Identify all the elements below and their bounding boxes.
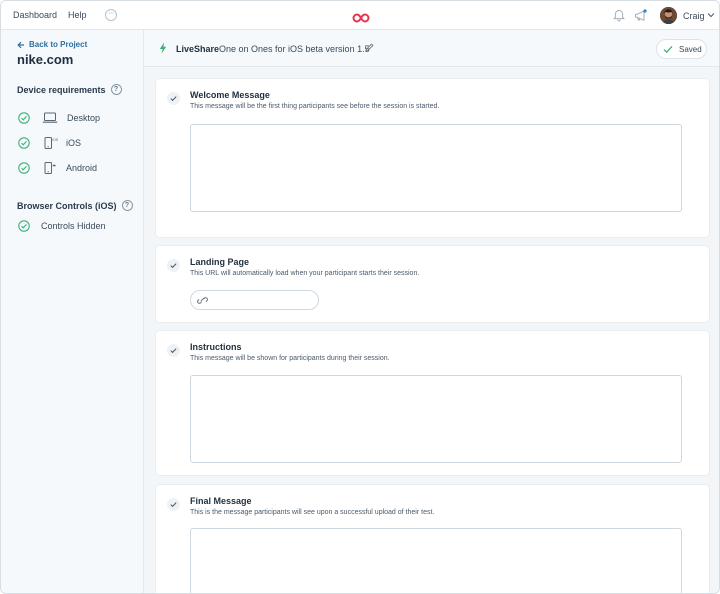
svg-text:iOS: iOS (52, 138, 58, 142)
infinity-logo-icon (352, 13, 370, 23)
welcome-message-check (167, 92, 180, 105)
laptop-icon (42, 112, 58, 123)
android-phone-icon (44, 162, 56, 174)
saved-status-badge: Saved (656, 39, 707, 59)
browser-control-hidden-label: Controls Hidden (41, 221, 106, 231)
session-header: LiveShare One on Ones for iOS beta versi… (144, 30, 719, 67)
welcome-message-description: This message will be the first thing par… (190, 103, 440, 110)
user-photo-icon (660, 7, 677, 24)
check-icon (170, 502, 177, 508)
final-message-check (167, 498, 180, 511)
device-requirements-heading: Device requirements ? (17, 84, 122, 95)
saved-status-label: Saved (679, 45, 702, 54)
lightning-bolt-icon (159, 42, 167, 54)
landing-page-url-field[interactable] (190, 290, 319, 310)
final-message-card: Final Message This is the message partic… (156, 485, 709, 593)
user-avatar[interactable] (660, 7, 677, 24)
chevron-down-icon[interactable] (707, 12, 715, 18)
welcome-message-card: Welcome Message This message will be the… (156, 79, 709, 237)
browser-control-hidden: Controls Hidden (18, 220, 106, 232)
check-icon (170, 348, 177, 354)
check-icon (663, 45, 673, 54)
arrow-left-icon (17, 41, 24, 48)
back-to-project-label: Back to Project (29, 40, 88, 49)
liveshare-brand: LiveShare (176, 44, 220, 54)
top-nav: Dashboard Help ··· Craig (1, 1, 719, 30)
megaphone-icon (635, 9, 647, 21)
nav-help-link[interactable]: Help (68, 10, 87, 20)
landing-page-check (167, 259, 180, 272)
announcements-button[interactable] (634, 9, 647, 27)
check-circle-icon (18, 112, 30, 124)
landing-page-description: This URL will automatically load when yo… (190, 270, 420, 277)
check-circle-icon (18, 137, 30, 149)
requirement-desktop: Desktop (18, 111, 100, 125)
app-window: Dashboard Help ··· Craig Back to Project… (0, 0, 720, 594)
instructions-title: Instructions (190, 342, 242, 352)
landing-page-url-input[interactable] (213, 293, 313, 307)
project-title: nike.com (17, 52, 74, 67)
requirement-android-label: Android (66, 163, 98, 173)
requirement-android: Android (18, 161, 97, 175)
check-circle-icon (18, 220, 30, 232)
final-message-title: Final Message (190, 496, 252, 506)
session-settings-panel: Welcome Message This message will be the… (144, 67, 719, 593)
session-name: One on Ones for iOS beta version 1.5 (219, 44, 370, 54)
requirement-ios: iOS iOS (18, 136, 81, 150)
instructions-check (167, 344, 180, 357)
landing-page-card: Landing Page This URL will automatically… (156, 246, 709, 322)
more-options-button[interactable]: ··· (105, 9, 117, 21)
device-requirements-title: Device requirements (17, 84, 106, 95)
link-icon (197, 297, 208, 304)
requirement-ios-label: iOS (66, 138, 82, 148)
welcome-message-textarea[interactable] (190, 124, 682, 212)
device-requirements-help-icon[interactable]: ? (110, 84, 122, 95)
browser-controls-title: Browser Controls (iOS) (17, 200, 117, 211)
user-name[interactable]: Craig (683, 11, 705, 21)
final-message-textarea[interactable] (190, 528, 682, 593)
app-logo[interactable] (352, 10, 370, 28)
welcome-message-title: Welcome Message (190, 90, 270, 100)
browser-controls-heading: Browser Controls (iOS) ? (17, 200, 133, 211)
pencil-edit-icon[interactable] (365, 43, 374, 52)
nav-dashboard-link[interactable]: Dashboard (13, 10, 57, 20)
notifications-button[interactable] (613, 9, 625, 27)
sidebar: Back to Project nike.com Device requirem… (1, 30, 144, 593)
final-message-description: This is the message participants will se… (190, 509, 435, 516)
check-circle-icon (18, 162, 30, 174)
ios-phone-icon: iOS (44, 137, 58, 149)
landing-page-title: Landing Page (190, 257, 250, 267)
instructions-card: Instructions This message will be shown … (156, 331, 709, 475)
instructions-description: This message will be shown for participa… (190, 355, 390, 362)
requirement-desktop-label: Desktop (67, 113, 101, 123)
instructions-textarea[interactable] (190, 375, 682, 463)
check-icon (170, 96, 177, 102)
browser-controls-help-icon[interactable]: ? (121, 200, 133, 211)
bell-icon (613, 9, 625, 22)
back-to-project-link[interactable]: Back to Project (17, 40, 87, 49)
check-icon (170, 263, 177, 269)
